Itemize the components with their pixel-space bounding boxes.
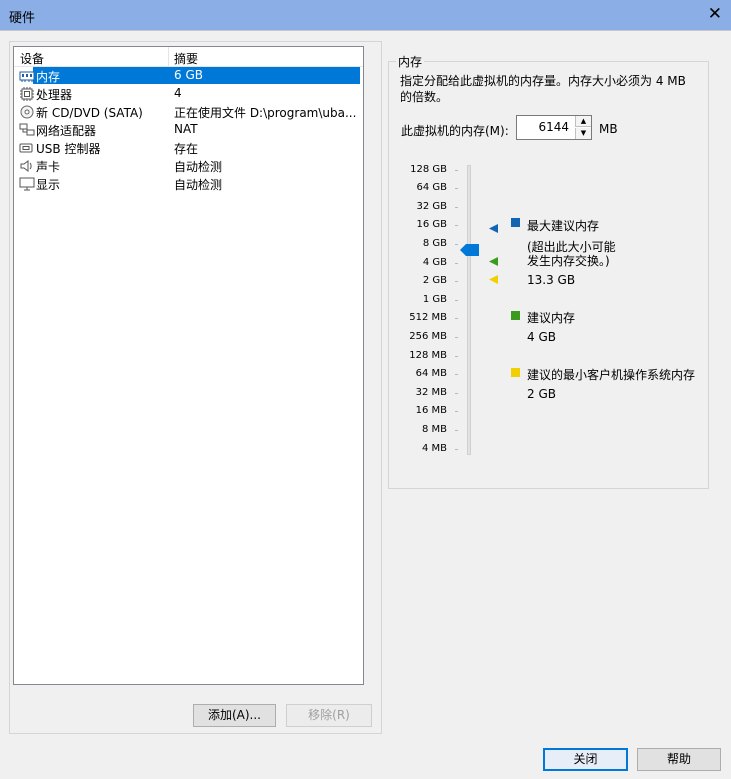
scale-tick (455, 449, 458, 450)
device-name: 显示 (36, 178, 61, 192)
scale-label: 32 GB (416, 201, 447, 212)
close-button[interactable]: 关闭 (543, 748, 628, 771)
device-summary: 4 (174, 86, 182, 100)
sound-card-icon (20, 160, 32, 172)
scale-label: 8 GB (422, 238, 447, 249)
minimum-memory-square-icon (511, 368, 520, 377)
device-row-cd-dvd[interactable]: 新 CD/DVD (SATA) 正在使用文件 D:\program\uba... (14, 103, 363, 121)
list-header: 设备 摘要 (14, 47, 363, 67)
device-row-memory[interactable]: 内存 6 GB (14, 67, 363, 85)
scale-tick (455, 225, 458, 226)
scale-label: 128 GB (410, 164, 447, 175)
scale-tick (455, 170, 458, 171)
scale-tick (455, 244, 458, 245)
scale-tick (455, 263, 458, 264)
usb-icon (19, 143, 33, 153)
minimum-memory-title: 建议的最小客户机操作系统内存 (527, 368, 696, 382)
title-bar: 硬件 ✕ (0, 0, 731, 30)
device-row-processor[interactable]: 处理器 4 (14, 85, 363, 103)
scale-tick (455, 318, 458, 319)
scale-tick (455, 300, 458, 301)
help-button[interactable]: 帮助 (637, 748, 721, 771)
device-summary: 自动检测 (174, 178, 223, 192)
minimum-memory-marker-icon (489, 275, 498, 284)
recommended-memory-title: 建议内存 (527, 311, 576, 325)
spin-up-icon[interactable]: ▲ (575, 116, 591, 127)
column-divider (168, 47, 169, 67)
memory-description: 指定分配给此虚拟机的内存量。内存大小必须为 4 MB 的倍数。 (400, 74, 686, 104)
device-summary: NAT (174, 122, 198, 136)
column-header-device[interactable]: 设备 (20, 50, 44, 67)
column-header-summary[interactable]: 摘要 (174, 50, 198, 67)
scale-label: 2 GB (422, 275, 447, 286)
device-summary: 自动检测 (174, 160, 223, 174)
device-summary: 正在使用文件 D:\program\uba... (174, 106, 357, 120)
scale-tick (455, 337, 458, 338)
recommended-memory-marker-icon (489, 257, 498, 266)
scale-tick (455, 393, 458, 394)
add-button[interactable]: 添加(A)... (193, 704, 276, 727)
display-icon (19, 177, 35, 191)
device-name: 新 CD/DVD (SATA) (36, 106, 143, 120)
device-summary: 存在 (174, 142, 199, 156)
scale-tick (455, 374, 458, 375)
scale-label: 16 GB (416, 219, 447, 230)
scale-label: 4 MB (421, 443, 447, 454)
cd-dvd-icon (20, 105, 34, 119)
close-icon[interactable]: ✕ (708, 4, 722, 24)
scale-label: 512 MB (409, 312, 447, 323)
device-name: 声卡 (36, 160, 61, 174)
recommended-memory-square-icon (511, 311, 520, 320)
dialog-body: 设备 摘要 内存 6 GB 处理器 4 新 CD/DVD (SATA) 正在使用… (0, 30, 731, 779)
memory-unit: MB (599, 122, 618, 136)
scale-label: 64 MB (415, 368, 447, 379)
device-row-network-adapter[interactable]: 网络适配器 NAT (14, 121, 363, 139)
memory-icon (19, 71, 35, 82)
device-name: USB 控制器 (36, 142, 101, 156)
scale-label: 16 MB (415, 405, 447, 416)
spin-down-icon[interactable]: ▼ (575, 128, 591, 139)
scale-tick (455, 188, 458, 189)
device-name: 网络适配器 (36, 124, 97, 138)
device-row-sound-card[interactable]: 声卡 自动检测 (14, 157, 363, 175)
device-row-usb-controller[interactable]: USB 控制器 存在 (14, 139, 363, 157)
scale-label: 256 MB (409, 331, 447, 342)
scale-tick (455, 430, 458, 431)
scale-tick (455, 281, 458, 282)
device-name: 内存 (34, 68, 63, 84)
scale-label: 64 GB (416, 182, 447, 193)
device-summary: 6 GB (174, 68, 203, 82)
scale-tick (455, 356, 458, 357)
scale-label: 1 GB (422, 294, 447, 305)
memory-slider-track[interactable] (467, 165, 471, 455)
recommended-memory-value: 4 GB (527, 330, 556, 344)
device-list[interactable]: 设备 摘要 内存 6 GB 处理器 4 新 CD/DVD (SATA) 正在使用… (13, 46, 364, 685)
max-memory-title: 最大建议内存 (527, 219, 600, 233)
memory-input[interactable]: 6144 (538, 120, 569, 134)
device-row-display[interactable]: 显示 自动检测 (14, 175, 363, 193)
network-adapter-icon (19, 123, 35, 136)
scale-tick (455, 411, 458, 412)
scale-label: 4 GB (422, 257, 447, 268)
max-memory-note: 发生内存交换。) (527, 254, 610, 268)
max-memory-marker-icon (489, 224, 498, 233)
scale-label: 32 MB (415, 387, 447, 398)
memory-field-label: 此虚拟机的内存(M): (401, 124, 509, 138)
memory-group-title: 内存 (396, 53, 425, 70)
max-memory-value: 13.3 GB (527, 273, 576, 287)
memory-slider-thumb[interactable] (460, 244, 479, 256)
window-title: 硬件 (9, 11, 36, 26)
minimum-memory-value: 2 GB (527, 387, 556, 401)
remove-button[interactable]: 移除(R) (286, 704, 372, 727)
scale-tick (455, 207, 458, 208)
memory-stepper[interactable]: 6144 ▲ ▼ (516, 115, 592, 140)
max-memory-square-icon (511, 218, 520, 227)
processor-icon (20, 87, 34, 101)
scale-label: 8 MB (421, 424, 447, 435)
device-name: 处理器 (36, 88, 73, 102)
scale-label: 128 MB (409, 350, 447, 361)
